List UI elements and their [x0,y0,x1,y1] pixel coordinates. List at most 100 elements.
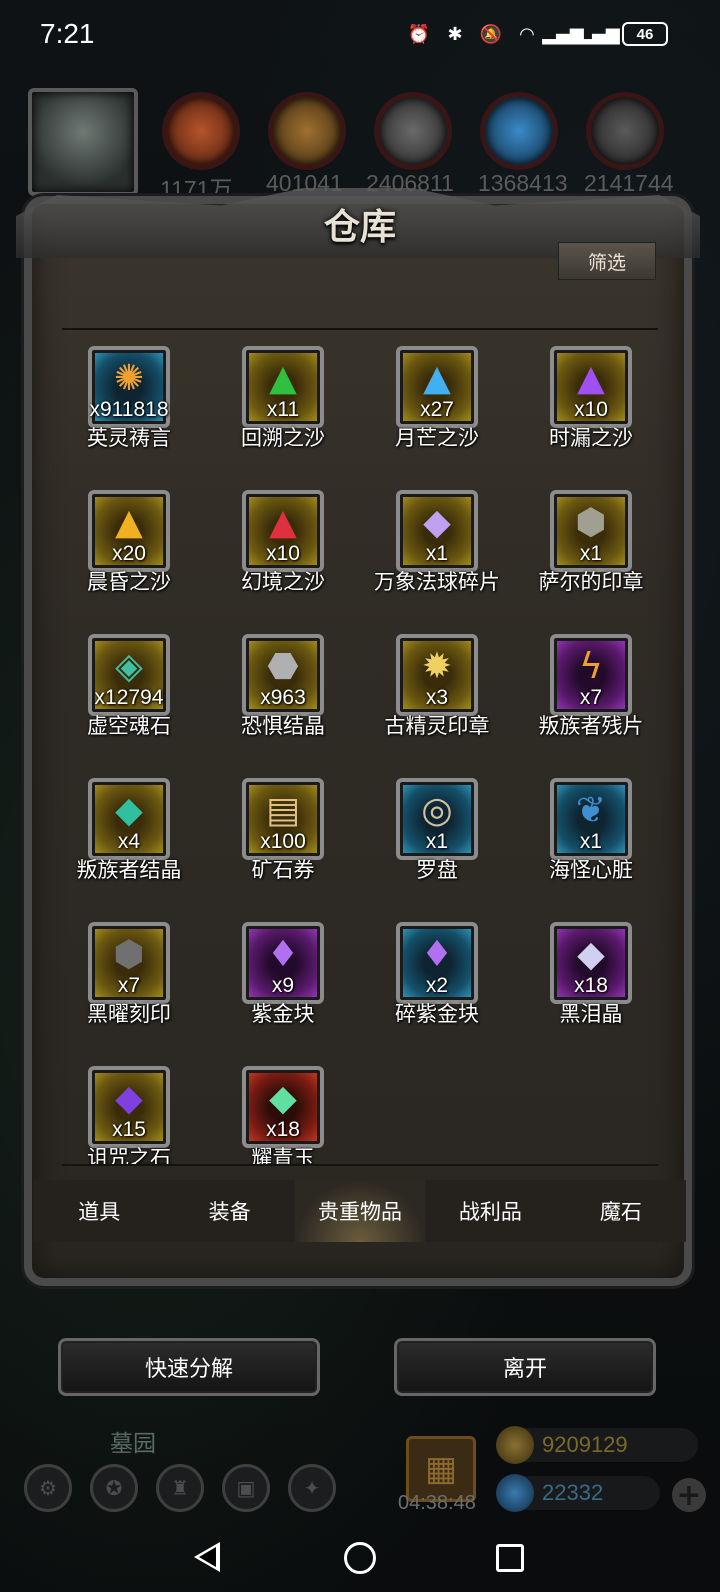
item-cell[interactable]: ◆ x15 诅咒之石 [52,1066,206,1164]
gold-amount: 9209129 [542,1432,628,1457]
item-icon: ◈ [115,646,143,687]
item-name: 萨尔的印章 [538,570,644,594]
item-cell[interactable]: ▤ x100 矿石券 [206,778,360,882]
item-icon: ▲ [269,358,297,399]
wifi-icon: ◠ [519,23,535,45]
category-tabs: 道具 装备 贵重物品 战利品 魔石 [34,1180,686,1242]
filter-button[interactable]: 筛选 [558,242,656,280]
item-cell[interactable]: ⬢ x1 萨尔的印章 [514,490,668,594]
gold-icon [496,1426,534,1464]
item-icon: ◆ [115,1078,143,1119]
divider-bottom [62,1164,658,1166]
item-quantity: x963 [260,686,306,709]
menu-icon-5[interactable]: ✦ [288,1464,336,1512]
resource-icon-2 [268,92,346,170]
item-name: 叛族者残片 [538,714,644,738]
item-name: 耀青玉 [251,1146,315,1164]
resource-icon-3 [374,92,452,170]
item-cell[interactable]: ◆ x1 万象法球碎片 [360,490,514,594]
item-cell[interactable]: ❦ x1 海怪心脏 [514,778,668,882]
home-icon[interactable] [344,1542,376,1574]
item-name: 晨昏之沙 [87,570,171,594]
item-cell[interactable]: ◆ x18 黑泪晶 [514,922,668,1026]
item-quantity: x4 [117,830,141,853]
item-quantity: x12794 [94,686,164,709]
quick-decompose-button[interactable]: 快速分解 [58,1338,320,1396]
panel-title: 仓库 [323,206,396,248]
menu-icon-4[interactable]: ▣ [222,1464,270,1512]
item-name: 叛族者结晶 [76,858,182,882]
item-cell[interactable]: ◆ x18 耀青玉 [206,1066,360,1164]
item-cell[interactable]: ◈ x12794 虚空魂石 [52,634,206,738]
item-cell[interactable]: ♦ x9 紫金块 [206,922,360,1026]
item-quantity: x10 [266,542,300,565]
item-quantity: x911818 [89,398,169,421]
item-cell[interactable]: ▲ x10 时漏之沙 [514,346,668,450]
item-cell[interactable]: ◆ x4 叛族者结晶 [52,778,206,882]
hero-portrait[interactable] [28,88,138,196]
item-cell[interactable]: ▲ x11 回溯之沙 [206,346,360,450]
back-icon[interactable] [194,1542,220,1572]
item-cell[interactable]: ◎ x1 罗盘 [360,778,514,882]
mute-icon: 🔕 [479,23,503,45]
item-cell[interactable]: ♦ x2 碎紫金块 [360,922,514,1026]
item-quantity: x9 [271,974,295,997]
item-name: 诅咒之石 [87,1146,171,1164]
item-name: 古精灵印章 [384,714,490,738]
tab-2[interactable]: 贵重物品 [294,1180,426,1242]
tab-4[interactable]: 魔石 [556,1180,686,1242]
recent-apps-icon[interactable] [496,1544,524,1572]
status-icons: ⏰ ✱ 🔕 ◠ ▂▄▆ ▂▄▆ 46 [406,22,668,46]
divider-top [62,328,658,330]
item-grid: ✺ x911818 英灵祷言 ▲ x11 回溯之沙 ▲ x27 月芒之沙 ▲ x10 时漏之沙 ▲ x20… [52,346,668,1164]
alarm-icon: ⏰ [407,23,431,45]
tab-3[interactable]: 战利品 [425,1180,555,1242]
item-cell[interactable]: ϟ x7 叛族者残片 [514,634,668,738]
signal-icon: ▂▄▆ [542,23,584,45]
item-name: 罗盘 [416,858,458,882]
item-quantity: x20 [112,542,146,565]
item-quantity: x15 [112,1118,146,1141]
item-icon: ◆ [577,934,605,975]
resource-value-5: 2141744 [584,170,674,196]
item-quantity: x1 [579,542,603,565]
tab-1[interactable]: 装备 [164,1180,294,1242]
item-cell[interactable]: ⬣ x963 恐惧结晶 [206,634,360,738]
settings-icon[interactable]: ⚙ [24,1464,72,1512]
menu-icon-3[interactable]: ♜ [156,1464,204,1512]
item-icon: ⬢ [113,934,145,975]
item-cell[interactable]: ▲ x27 月芒之沙 [360,346,514,450]
item-quantity: x27 [420,398,454,421]
item-cell[interactable]: ✺ x911818 英灵祷言 [52,346,206,450]
item-name: 恐惧结晶 [241,714,325,738]
item-quantity: x2 [425,974,449,997]
item-cell[interactable]: ⬢ x7 黑曜刻印 [52,922,206,1026]
item-quantity: x18 [574,974,608,997]
item-name: 万象法球碎片 [374,570,500,594]
menu-icon-2[interactable]: ✪ [90,1464,138,1512]
item-name: 碎紫金块 [395,1002,479,1026]
item-quantity: x100 [260,830,306,853]
signal-icon-2: ▂▄▆ [578,23,620,45]
item-name: 矿石券 [251,858,315,882]
item-icon: ⬢ [575,502,607,543]
item-grid-scroll[interactable]: ✺ x911818 英灵祷言 ▲ x11 回溯之沙 ▲ x27 月芒之沙 ▲ x10 时漏之沙 ▲ x20… [52,346,668,1164]
system-nav-bar [0,1520,720,1592]
gem-amount: 22332 [542,1480,604,1505]
item-cell[interactable]: ▲ x20 晨昏之沙 [52,490,206,594]
item-icon: ❦ [575,790,607,831]
leave-button[interactable]: 离开 [394,1338,656,1396]
item-quantity: x18 [266,1118,300,1141]
add-currency-button[interactable]: + [672,1478,706,1513]
clock: 7:21 [40,18,95,49]
resource-icon-4 [480,92,558,170]
item-icon: ⬣ [267,646,299,687]
item-icon: ϟ [579,646,603,687]
item-icon: ✹ [421,646,453,687]
item-name: 回溯之沙 [241,426,325,450]
item-cell[interactable]: ▲ x10 幻境之沙 [206,490,360,594]
area-name: 墓园 [110,1431,156,1457]
tab-0[interactable]: 道具 [34,1180,164,1242]
resource-value-4: 1368413 [478,170,568,196]
item-cell[interactable]: ✹ x3 古精灵印章 [360,634,514,738]
